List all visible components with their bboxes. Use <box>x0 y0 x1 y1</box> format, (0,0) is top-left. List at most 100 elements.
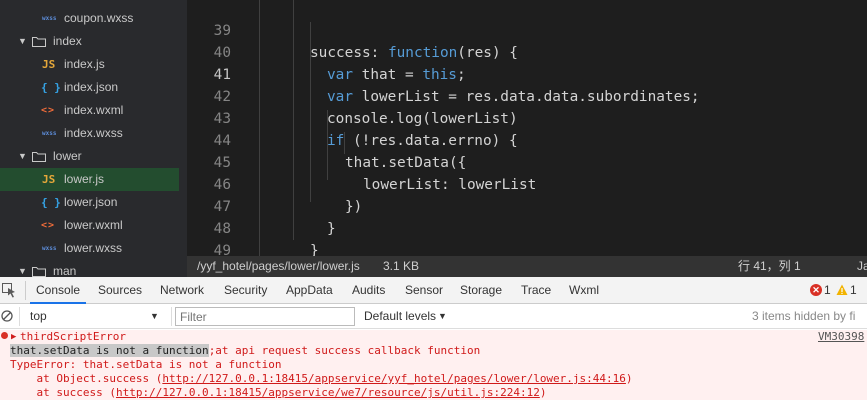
cursor-position[interactable]: 行 41，列 1 <box>738 256 801 277</box>
tab-sensor[interactable]: Sensor <box>405 277 443 304</box>
code-line: 47 } <box>187 174 336 237</box>
code-editor[interactable]: 39 success: function(res) { 40 var that … <box>187 0 867 256</box>
file-label: coupon.wxss <box>64 11 134 25</box>
code-text: }) <box>345 199 363 215</box>
wxml-file-icon: <> <box>41 105 56 116</box>
file-item-index-json[interactable]: { } index.json <box>0 76 179 99</box>
tab-network[interactable]: Network <box>160 277 204 304</box>
folder-item-lower[interactable]: ▼ lower <box>0 145 179 168</box>
file-label: index.js <box>64 57 105 71</box>
filter-input[interactable] <box>175 307 355 326</box>
code-line: 40 var that = this; <box>187 20 466 83</box>
folder-item-index[interactable]: ▼ index <box>0 30 179 53</box>
code-text: var that = this; <box>327 67 466 83</box>
tab-trace[interactable]: Trace <box>521 277 551 304</box>
message-text: ;at api request success callback functio… <box>208 344 481 357</box>
context-value: top <box>30 309 47 323</box>
inspect-cursor-icon[interactable] <box>2 283 16 298</box>
code-line: 42 console.log(lowerList) <box>187 64 518 127</box>
wxss-file-icon: wxss <box>42 130 57 137</box>
file-label: lower.js <box>64 172 105 186</box>
code-text: success: function(res) { <box>310 45 518 61</box>
expand-arrow-icon[interactable]: ▶ <box>11 330 16 344</box>
wxml-file-icon: <> <box>41 220 56 231</box>
folder-icon <box>32 152 46 162</box>
folder-icon <box>32 37 46 47</box>
code-text: var lowerList = res.data.data.subordinat… <box>327 89 700 105</box>
divider <box>171 307 172 326</box>
source-link[interactable]: VM30398 <box>818 330 864 344</box>
code-text: that.setData({ <box>345 155 467 171</box>
tab-wxml[interactable]: Wxml <box>569 277 599 304</box>
file-item-lower-wxss[interactable]: wxss lower.wxss <box>0 237 179 260</box>
tab-console[interactable]: Console <box>30 277 87 304</box>
file-item-lower-wxml[interactable]: <> lower.wxml <box>0 214 179 237</box>
code-line-current: 41 var lowerList = res.data.data.subordi… <box>187 42 700 105</box>
file-label: index.json <box>64 80 119 94</box>
code-line: 43 if (!res.data.errno) { <box>187 86 518 149</box>
error-message-line: that.setData is not a function;at api re… <box>10 344 480 358</box>
folder-label: lower <box>53 149 82 163</box>
file-item-index-wxml[interactable]: <> index.wxml <box>0 99 179 122</box>
stack-link[interactable]: http://127.0.0.1:18415/appservice/yyf_ho… <box>162 372 626 385</box>
devtools-panel: Console Sources Network Security AppData… <box>0 277 867 400</box>
tab-storage[interactable]: Storage <box>460 277 502 304</box>
code-text: console.log(lowerList) <box>327 111 518 127</box>
warning-icon[interactable] <box>836 284 848 296</box>
chevron-down-icon: ▼ <box>18 36 27 46</box>
wxss-file-icon: wxss <box>42 245 57 252</box>
code-text: if (!res.data.errno) { <box>327 133 518 149</box>
stack-prefix: at success ( <box>10 386 116 399</box>
file-label: lower.wxml <box>64 218 123 232</box>
editor-status-bar: /yyf_hotel/pages/lower/lower.js 3.1 KB 行… <box>187 256 867 277</box>
chevron-down-icon: ▼ <box>18 151 27 161</box>
stack-frame: at success (http://127.0.0.1:18415/appse… <box>10 386 546 400</box>
file-item-lower-js[interactable]: JS lower.js <box>0 168 179 191</box>
chevron-down-icon: ▼ <box>438 311 447 321</box>
file-label: lower.json <box>64 195 118 209</box>
error-icon[interactable]: ✕ <box>810 284 822 296</box>
file-item-index-js[interactable]: JS index.js <box>0 53 179 76</box>
tab-appdata[interactable]: AppData <box>286 277 333 304</box>
type-error-line: TypeError: that.setData is not a functio… <box>10 358 282 371</box>
json-file-icon: { } <box>41 196 61 209</box>
hidden-items-info: 3 items hidden by fi <box>752 309 856 323</box>
error-header[interactable]: thirdScriptError <box>20 330 126 344</box>
chevron-down-icon: ▼ <box>18 266 27 276</box>
tab-sources[interactable]: Sources <box>98 277 142 304</box>
clear-console-icon[interactable] <box>1 310 13 322</box>
folder-item-man[interactable]: ▼ man <box>0 260 179 277</box>
context-select[interactable]: top ▼ <box>26 306 164 326</box>
file-path: /yyf_hotel/pages/lower/lower.js <box>197 259 360 273</box>
code-line: 45 lowerList: lowerList <box>187 130 537 193</box>
error-count[interactable]: 1 <box>824 277 831 304</box>
folder-label: index <box>53 34 82 48</box>
folder-icon <box>32 267 46 277</box>
stack-link[interactable]: http://127.0.0.1:18415/appservice/we7/re… <box>116 386 540 399</box>
code-text: } <box>310 243 319 256</box>
file-item-lower-json[interactable]: { } lower.json <box>0 191 179 214</box>
file-label: index.wxss <box>64 126 123 140</box>
wxss-file-icon: wxss <box>42 15 57 22</box>
warning-count[interactable]: 1 <box>850 277 857 304</box>
file-size: 3.1 KB <box>383 259 420 273</box>
code-line: 44 that.setData({ <box>187 108 467 171</box>
file-label: index.wxml <box>64 103 124 117</box>
tab-audits[interactable]: Audits <box>352 277 385 304</box>
file-explorer: wxss coupon.wxss ▼ index JS index.js { }… <box>0 0 187 277</box>
file-label: lower.wxss <box>64 241 123 255</box>
stack-prefix: at Object.success ( <box>10 372 163 385</box>
log-levels-dropdown[interactable]: Default levels ▼ <box>362 306 452 326</box>
log-levels-label: Default levels <box>364 309 437 323</box>
file-item-index-wxss[interactable]: wxss index.wxss <box>0 122 179 145</box>
code-line: 46 }) <box>187 152 363 215</box>
json-file-icon: { } <box>41 81 61 94</box>
file-item-coupon-wxss[interactable]: wxss coupon.wxss <box>0 7 179 30</box>
error-icon <box>1 332 8 339</box>
js-file-icon: JS <box>42 173 56 186</box>
tab-security[interactable]: Security <box>224 277 267 304</box>
code-line: 39 success: function(res) { <box>187 0 518 61</box>
indent-guide <box>293 0 294 240</box>
console-output: ▶ thirdScriptError VM30398 that.setData … <box>0 330 867 400</box>
language-mode[interactable]: Ja <box>857 256 867 277</box>
